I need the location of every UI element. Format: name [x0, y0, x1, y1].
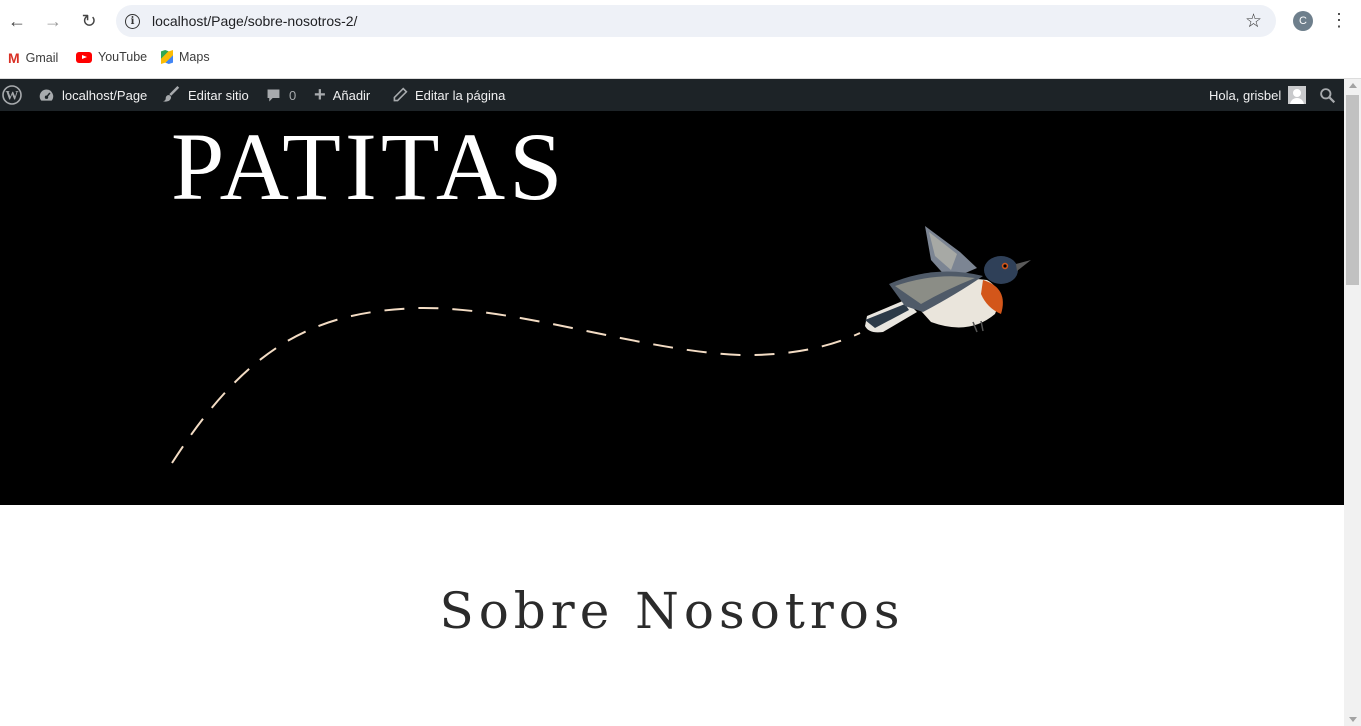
svg-text:W: W [6, 88, 19, 103]
scrollbar-thumb[interactable] [1346, 95, 1359, 285]
hero-header: PATITAS [0, 111, 1344, 505]
maps-icon [161, 50, 173, 64]
bookmark-label: Maps [179, 50, 210, 64]
dashed-flight-path [171, 306, 861, 464]
dashboard-gauge-icon [39, 89, 54, 101]
gmail-icon: M [8, 50, 20, 66]
user-avatar [1288, 86, 1307, 104]
site-name-link[interactable]: localhost/Page [38, 79, 147, 111]
reload-icon[interactable]: ↻ [76, 8, 102, 34]
browser-toolbar: ← → ↻ i localhost/Page/sobre-nosotros-2/… [0, 0, 1361, 42]
youtube-icon [76, 51, 92, 63]
greeting-text: Hola, grisbel [1209, 87, 1282, 103]
brush-icon [163, 86, 180, 102]
add-new-link[interactable]: + Añadir [314, 79, 370, 111]
site-name-label: localhost/Page [62, 87, 148, 103]
url-text[interactable]: localhost/Page/sobre-nosotros-2/ [152, 13, 357, 29]
add-new-label: Añadir [332, 87, 371, 103]
admin-search-button[interactable] [1319, 79, 1336, 111]
site-title[interactable]: PATITAS [171, 119, 567, 215]
comment-bubble-icon [267, 89, 280, 101]
scroll-down-arrow-icon[interactable] [1349, 717, 1357, 722]
comments-count: 0 [289, 87, 297, 103]
forward-arrow-icon[interactable]: → [40, 8, 66, 34]
page-title: Sobre Nosotros [439, 582, 905, 640]
back-arrow-icon[interactable]: ← [4, 8, 30, 34]
browser-menu-icon[interactable]: ⋮ [1330, 10, 1348, 31]
bookmark-youtube[interactable]: YouTube [76, 50, 147, 64]
search-icon [1320, 87, 1336, 103]
bookmark-star-icon[interactable]: ☆ [1245, 10, 1262, 33]
wordpress-icon: W [2, 85, 22, 105]
profile-avatar[interactable]: C [1293, 11, 1313, 31]
plus-icon: + [314, 83, 326, 106]
page-scrollbar[interactable] [1344, 79, 1361, 726]
bookmark-gmail[interactable]: M Gmail [8, 50, 58, 66]
edit-page-link[interactable]: Editar la página [392, 79, 505, 111]
wordpress-logo-button[interactable]: W [2, 79, 22, 111]
edit-site-label: Editar sitio [188, 87, 249, 103]
pencil-icon [393, 87, 408, 102]
bookmarks-bar: M Gmail YouTube Maps [0, 42, 1361, 79]
bird-icon [865, 226, 1031, 333]
site-info-icon[interactable]: i [125, 14, 140, 29]
address-bar[interactable]: i localhost/Page/sobre-nosotros-2/ ☆ [116, 5, 1276, 37]
wp-admin-bar: W localhost/Page Editar sitio 0 + Añadir… [0, 79, 1344, 111]
scroll-up-arrow-icon[interactable] [1349, 83, 1357, 88]
bookmark-label: YouTube [98, 50, 148, 64]
bookmark-label: Gmail [25, 51, 59, 65]
bookmark-maps[interactable]: Maps [161, 50, 210, 64]
edit-site-link[interactable]: Editar sitio [163, 79, 249, 111]
edit-page-label: Editar la página [415, 87, 506, 103]
user-account-menu[interactable]: Hola, grisbel [1209, 79, 1307, 111]
comments-link[interactable]: 0 [265, 79, 296, 111]
